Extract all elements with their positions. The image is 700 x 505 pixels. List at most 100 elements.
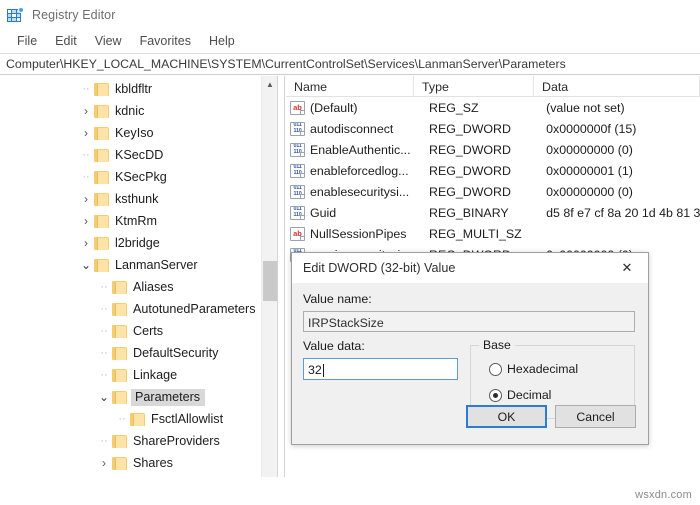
close-icon[interactable]: ✕ (606, 253, 648, 283)
chevron-right-icon[interactable]: › (78, 126, 94, 140)
chevron-right-icon[interactable]: › (78, 104, 94, 118)
folder-icon (112, 324, 127, 338)
tree-item-ktmrm[interactable]: › KtmRm (0, 210, 261, 232)
value-data: 0x00000000 (0) (546, 142, 633, 157)
value-row[interactable]: 011 110 enableforcedlog... REG_DWORD 0x00000… (286, 160, 700, 181)
tree-item-shares[interactable]: › Shares (0, 452, 261, 474)
tree-item-label: KSecPkg (115, 170, 167, 184)
tree-item-ksecdd[interactable]: ·· KSecDD (0, 144, 261, 166)
chevron-down-icon[interactable]: ⌄ (96, 391, 112, 403)
folder-icon (112, 390, 127, 404)
tree-item-ksecpkg[interactable]: ·· KSecPkg (0, 166, 261, 188)
folder-icon (112, 456, 127, 470)
tree-guide-dash: ·· (100, 281, 108, 293)
registry-tree-pane: ·· kbldfltr › kdnic › KeyIso ·· KSecDD ·· KSecPkg… (0, 76, 277, 505)
folder-icon (130, 412, 145, 426)
folder-icon (94, 236, 109, 250)
tree-item-label: KtmRm (115, 214, 157, 228)
tree-item-lanmanserver[interactable]: ⌄ LanmanServer (0, 254, 261, 276)
value-name: NullSessionPipes (310, 226, 407, 241)
value-type: REG_BINARY (429, 205, 509, 220)
tree-guide-dash: ·· (100, 369, 108, 381)
tree-item-label: kdnic (115, 104, 145, 118)
folder-icon (94, 170, 109, 184)
menu-view[interactable]: View (86, 32, 131, 51)
tree-guide-dash: ·· (100, 347, 108, 359)
value-row[interactable]: 011 110 autodisconnect REG_DWORD 0x0000000f … (286, 118, 700, 139)
tree-scrollbar-thumb[interactable] (263, 261, 277, 301)
tree-item-autotunedparameters[interactable]: ·· AutotunedParameters (0, 298, 261, 320)
value-row[interactable]: 011 110 EnableAuthentic... REG_DWORD 0x00000… (286, 139, 700, 160)
binary-value-icon: 011110 (290, 184, 305, 199)
tree-item-kdnic[interactable]: › kdnic (0, 100, 261, 122)
binary-value-icon: 011110 (290, 142, 305, 157)
menu-favorites[interactable]: Favorites (131, 32, 200, 51)
radio-decimal-mark (489, 388, 502, 402)
tree-guide-dash: ·· (82, 83, 90, 95)
radio-hexadecimal-label: Hexadecimal (507, 362, 579, 376)
value-data-label: Value data: (303, 339, 365, 353)
tree-item-keyiso[interactable]: › KeyIso (0, 122, 261, 144)
tree-item-parameters[interactable]: ⌄ Parameters (0, 386, 261, 408)
tree-item-defaultsecurity[interactable]: ·· DefaultSecurity (0, 342, 261, 364)
tree-item-l2bridge[interactable]: › l2bridge (0, 232, 261, 254)
tree-scrollbar[interactable]: ▲ ▼ (261, 76, 277, 505)
chevron-right-icon[interactable]: › (78, 192, 94, 206)
chevron-right-icon[interactable]: › (78, 236, 94, 250)
chevron-down-icon[interactable]: ⌄ (78, 259, 94, 271)
tree-item-ksthunk[interactable]: › ksthunk (0, 188, 261, 210)
menu-file[interactable]: File (8, 32, 46, 51)
registry-path: Computer\HKEY_LOCAL_MACHINE\SYSTEM\Curre… (6, 57, 566, 71)
value-data: (value not set) (546, 100, 625, 115)
value-name: (Default) (310, 100, 358, 115)
radio-decimal[interactable]: Decimal (489, 388, 551, 402)
folder-icon (112, 368, 127, 382)
chevron-right-icon[interactable]: › (96, 456, 112, 470)
value-row[interactable]: ab NullSessionPipes REG_MULTI_SZ (286, 223, 700, 244)
registry-editor-window: Registry Editor File Edit View Favorites… (0, 0, 700, 505)
registry-editor-icon (7, 7, 24, 23)
column-header-name[interactable]: Name (286, 76, 414, 97)
value-row[interactable]: 011 110 Guid REG_BINARY d5 8f e7 cf 8a 20 1d… (286, 202, 700, 223)
tree-item-shareproviders[interactable]: ·· ShareProviders (0, 430, 261, 452)
tree-item-fsctlallowlist[interactable]: ·· FsctlAllowlist (0, 408, 261, 430)
tree-guide-dash: ·· (82, 171, 90, 183)
value-data: 0x0000000f (15) (546, 121, 637, 136)
folder-icon (94, 104, 109, 118)
tree-item-label: KeyIso (115, 126, 154, 140)
pane-splitter[interactable] (277, 76, 285, 505)
value-data-input[interactable]: 32 (303, 358, 458, 380)
value-type: REG_MULTI_SZ (429, 226, 522, 241)
binary-value-icon: 011110 (290, 121, 305, 136)
value-name-input[interactable]: IRPStackSize (303, 311, 635, 332)
bottom-strip: wsxdn.com (0, 477, 700, 505)
tree-item-kbldfltr[interactable]: ·· kbldfltr (0, 78, 261, 100)
tree-item-linkage[interactable]: ·· Linkage (0, 364, 261, 386)
watermark: wsxdn.com (635, 489, 692, 501)
chevron-up-icon[interactable]: ▲ (262, 76, 277, 92)
menu-edit[interactable]: Edit (46, 32, 86, 51)
ok-button[interactable]: OK (466, 405, 547, 428)
value-name: enableforcedlog... (310, 163, 409, 178)
chevron-right-icon[interactable]: › (78, 214, 94, 228)
radio-hexadecimal[interactable]: Hexadecimal (489, 362, 578, 376)
string-value-icon: ab (290, 226, 305, 241)
tree-item-aliases[interactable]: ·· Aliases (0, 276, 261, 298)
cancel-button[interactable]: Cancel (555, 405, 636, 428)
binary-value-icon: 011110 (290, 163, 305, 178)
base-group-label: Base (479, 338, 515, 352)
value-row[interactable]: 011 110 enablesecuritysi... REG_DWORD 0x0000… (286, 181, 700, 202)
value-type: REG_DWORD (429, 121, 511, 136)
value-row[interactable]: ab (Default) REG_SZ (value not set) (286, 97, 700, 118)
tree-item-label: Shares (133, 456, 173, 470)
column-header-type[interactable]: Type (414, 76, 534, 97)
address-bar[interactable]: Computer\HKEY_LOCAL_MACHINE\SYSTEM\Curre… (0, 53, 700, 75)
tree-item-label: ShareProviders (133, 434, 220, 448)
menu-help[interactable]: Help (200, 32, 244, 51)
edit-dword-dialog: Edit DWORD (32-bit) Value ✕ Value name: … (291, 252, 649, 445)
column-header-data[interactable]: Data (534, 76, 700, 97)
tree-item-certs[interactable]: ·· Certs (0, 320, 261, 342)
folder-icon (112, 346, 127, 360)
text-caret (322, 363, 324, 377)
folder-icon (112, 302, 127, 316)
